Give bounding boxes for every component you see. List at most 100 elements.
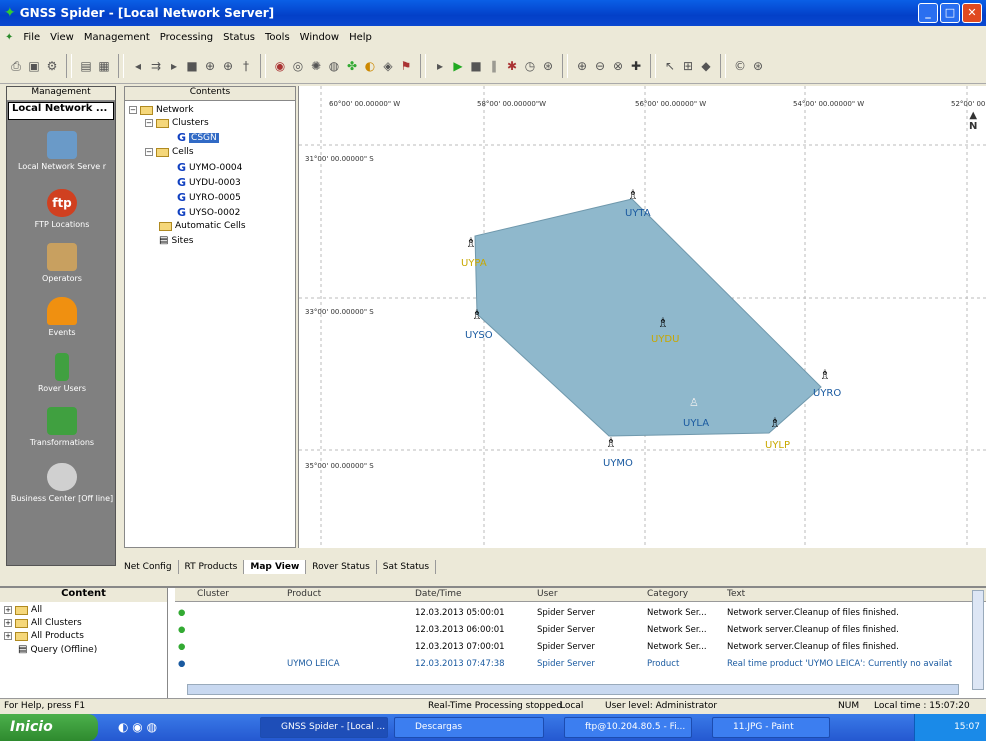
log-filter-item[interactable]: + All Products [4, 631, 84, 641]
menu-processing[interactable]: Processing [155, 32, 218, 43]
pin-icon[interactable]: † [238, 58, 254, 74]
map-view[interactable]: 60°00' 00.00000" W 58°00' 00.00000"W 56°… [298, 86, 986, 548]
chart-icon[interactable]: ◆ [698, 58, 714, 74]
tray-clock[interactable]: 15:07 [954, 722, 980, 732]
table-icon[interactable]: ⊞ [680, 58, 696, 74]
nav-events[interactable]: Events [7, 297, 117, 337]
receiver-icon[interactable]: ◉ [272, 58, 288, 74]
task-paint[interactable]: 11.JPG - Paint [712, 717, 830, 738]
tree-cluster-csgn[interactable]: G CSGN [177, 131, 219, 144]
forward-icon[interactable]: ⇉ [148, 58, 164, 74]
task-ftp[interactable]: ftp@10.204.80.5 - Fi... [564, 717, 692, 738]
menu-window[interactable]: Window [295, 32, 344, 43]
tree-clusters[interactable]: − Clusters [145, 118, 209, 128]
satellite-icon[interactable]: ✺ [308, 58, 324, 74]
station-marker-icon[interactable]: ♙ [689, 396, 699, 409]
tree-network[interactable]: − Network [129, 105, 194, 115]
menu-file[interactable]: File [18, 32, 45, 43]
menu-tools[interactable]: Tools [260, 32, 295, 43]
copyright-icon[interactable]: © [732, 58, 748, 74]
settings-icon[interactable]: ⚙ [44, 58, 60, 74]
tree-automatic-cells[interactable]: Automatic Cells [159, 221, 246, 231]
minimize-button[interactable]: _ [918, 3, 938, 23]
cell-icon[interactable]: ◐ [362, 58, 378, 74]
tab-rover-status[interactable]: Rover Status [306, 560, 377, 574]
nav-transformations[interactable]: Transformations [7, 407, 117, 447]
tree-cell-item[interactable]: G UYDU-0003 [177, 176, 241, 189]
pause-icon[interactable]: ∥ [486, 58, 502, 74]
close-button[interactable]: ✕ [962, 3, 982, 23]
col-product[interactable]: Product [287, 589, 321, 599]
nav-ftp-locations[interactable]: ftp FTP Locations [7, 189, 117, 229]
vertical-scrollbar[interactable] [972, 590, 984, 690]
stop2-icon[interactable]: ■ [468, 58, 484, 74]
start-icon[interactable]: ▶ [450, 58, 466, 74]
cluster-icon: G [177, 131, 187, 144]
log-filter-item[interactable]: ▤ Query (Offline) [18, 644, 97, 655]
menu-view[interactable]: View [45, 32, 79, 43]
antenna-icon[interactable]: ◎ [290, 58, 306, 74]
start-button[interactable]: Inicio [0, 714, 98, 741]
station-marker-icon[interactable]: ♗ [769, 416, 781, 431]
log-filter-item[interactable]: + All Clusters [4, 618, 82, 628]
menu-management[interactable]: Management [79, 32, 155, 43]
tree-cell-item[interactable]: G UYSO-0002 [177, 206, 240, 219]
back-icon[interactable]: ◂ [130, 58, 146, 74]
tree-cell-item[interactable]: G UYRO-0005 [177, 191, 241, 204]
save-icon[interactable]: ▤ [78, 58, 94, 74]
tab-net-config[interactable]: Net Config [118, 560, 179, 574]
task-gnss-spider[interactable]: GNSS Spider - [Local ... [260, 717, 388, 738]
nav-rover-users[interactable]: Rover Users [7, 353, 117, 393]
quicklaunch-icon[interactable]: ◐ ◉ ◍ [118, 720, 157, 734]
cluster-icon[interactable]: ◈ [380, 58, 396, 74]
tool-icon[interactable]: ⚑ [398, 58, 414, 74]
import-icon[interactable]: ▦ [96, 58, 112, 74]
print-icon[interactable]: ⎙ [8, 58, 24, 74]
station-marker-icon[interactable]: ♗ [471, 308, 483, 323]
line-icon[interactable]: ↖ [662, 58, 678, 74]
nav-operators[interactable]: Operators [7, 243, 117, 283]
pan-icon[interactable]: ✚ [628, 58, 644, 74]
station-marker-icon[interactable]: ♗ [605, 436, 617, 451]
zoom-fit-icon[interactable]: ⊗ [610, 58, 626, 74]
col-datetime[interactable]: Date/Time [415, 589, 462, 599]
globe-icon[interactable]: ◍ [326, 58, 342, 74]
log-filter-item[interactable]: + All [4, 605, 42, 615]
step2-icon[interactable]: ⊕ [220, 58, 236, 74]
menu-help[interactable]: Help [344, 32, 377, 43]
play-icon[interactable]: ▸ [166, 58, 182, 74]
management-selector[interactable]: Local Network ... [8, 102, 114, 120]
menu-status[interactable]: Status [218, 32, 260, 43]
station-marker-icon[interactable]: ♗ [819, 368, 831, 383]
station-marker-icon[interactable]: ♗ [465, 236, 477, 251]
nav-business-center[interactable]: Business Center [Off line] [7, 463, 117, 503]
folder-icon [140, 105, 153, 115]
tab-map-view[interactable]: Map View [244, 560, 307, 574]
col-text[interactable]: Text [727, 589, 745, 599]
stop-icon[interactable]: ■ [184, 58, 200, 74]
tools-icon[interactable]: ✱ [504, 58, 520, 74]
sync-icon[interactable]: ⊛ [540, 58, 556, 74]
zoom-out-icon[interactable]: ⊖ [592, 58, 608, 74]
nav-local-network[interactable]: Local Network Serve r [7, 131, 117, 171]
maximize-button[interactable]: □ [940, 3, 960, 23]
zoom-in-icon[interactable]: ⊕ [574, 58, 590, 74]
tab-rt-products[interactable]: RT Products [179, 560, 245, 574]
network-icon[interactable]: ✤ [344, 58, 360, 74]
tree-sites[interactable]: ▤ Sites [159, 235, 193, 246]
web-icon[interactable]: ⊛ [750, 58, 766, 74]
col-user[interactable]: User [537, 589, 558, 599]
station-marker-icon[interactable]: ♗ [657, 316, 669, 331]
step-icon[interactable]: ⊕ [202, 58, 218, 74]
clock-icon[interactable]: ◷ [522, 58, 538, 74]
col-category[interactable]: Category [647, 589, 688, 599]
station-marker-icon[interactable]: ♗ [627, 188, 639, 203]
tree-cell-item[interactable]: G UYMO-0004 [177, 161, 242, 174]
horizontal-scrollbar[interactable] [187, 684, 959, 695]
tree-cells[interactable]: − Cells [145, 147, 194, 157]
tab-sat-status[interactable]: Sat Status [377, 560, 437, 574]
task-descargas[interactable]: Descargas [394, 717, 544, 738]
run-icon[interactable]: ▸ [432, 58, 448, 74]
col-cluster[interactable]: Cluster [197, 589, 229, 599]
properties-icon[interactable]: ▣ [26, 58, 42, 74]
